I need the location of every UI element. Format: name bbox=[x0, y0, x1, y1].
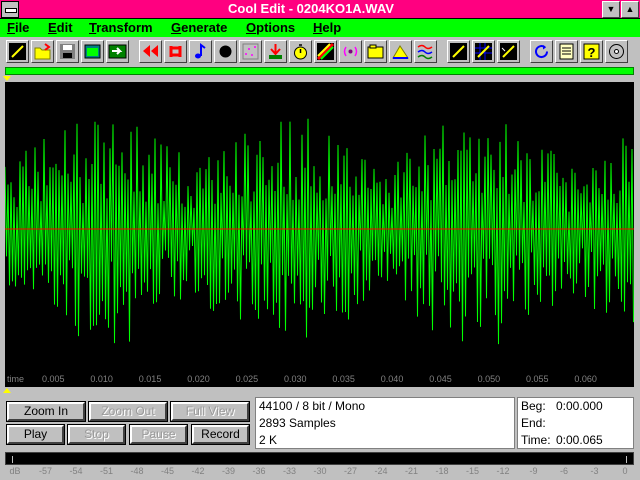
note-icon[interactable] bbox=[189, 40, 212, 63]
time-tick-label: 0.020 bbox=[187, 374, 210, 384]
level-scale: dB -57 -54 -51 -48 -45 -42 -39 -36 -33 -30 -27 -24 -2… bbox=[5, 466, 634, 480]
system-menu-button[interactable] bbox=[1, 1, 19, 18]
db-scale-label: -27 bbox=[343, 466, 358, 476]
notes-icon[interactable] bbox=[555, 40, 578, 63]
db-scale-label: 0 bbox=[622, 466, 628, 476]
beg-label: Beg: bbox=[521, 399, 546, 413]
level-meter bbox=[5, 452, 634, 465]
time-tick-label: 0.005 bbox=[42, 374, 65, 384]
loop-icon[interactable] bbox=[164, 40, 187, 63]
rewind-icon[interactable] bbox=[139, 40, 162, 63]
time-tick-label: 0.045 bbox=[429, 374, 452, 384]
refresh-icon[interactable] bbox=[530, 40, 553, 63]
file-info-panel: 44100 / 8 bit / Mono 2893 Samples 2 K bbox=[255, 397, 515, 449]
db-scale-label: -45 bbox=[160, 466, 175, 476]
window-icon[interactable] bbox=[81, 40, 104, 63]
db-scale-label: -57 bbox=[38, 466, 53, 476]
waveform-display[interactable] bbox=[5, 82, 634, 373]
full-view-button[interactable]: Full View bbox=[170, 401, 250, 422]
time-ruler: time 0.005 0.010 0.015 0.020 0.025 0.030 0.035… bbox=[5, 373, 634, 387]
waveform-trace bbox=[5, 118, 634, 345]
db-scale-label: -24 bbox=[374, 466, 388, 476]
start-marker-top[interactable] bbox=[3, 76, 11, 81]
db-scale-label: dB bbox=[9, 466, 21, 476]
overview-bar[interactable] bbox=[5, 67, 634, 75]
save-icon[interactable] bbox=[56, 40, 79, 63]
pause-button[interactable]: Pause bbox=[129, 424, 188, 445]
db-scale-label: -21 bbox=[404, 466, 419, 476]
time-tick-label: 0.060 bbox=[574, 374, 597, 384]
beg-value: 0:00.000 bbox=[556, 399, 603, 413]
envelope-icon[interactable] bbox=[389, 40, 412, 63]
play-button[interactable]: Play bbox=[6, 424, 65, 445]
help-icon[interactable]: ? bbox=[580, 40, 603, 63]
time-tick-label: 0.055 bbox=[526, 374, 549, 384]
spectrum-icon[interactable] bbox=[314, 40, 337, 63]
db-scale-label: -3 bbox=[590, 466, 599, 476]
pencil-check-icon[interactable] bbox=[497, 40, 520, 63]
db-scale-label: -30 bbox=[313, 466, 327, 476]
samples-info: 2893 Samples bbox=[259, 416, 336, 430]
time-tick-label: 0.010 bbox=[90, 374, 113, 384]
broadcast-icon[interactable] bbox=[339, 40, 362, 63]
title-bar: Cool Edit - 0204KO1A.WAV ▼ ▲ bbox=[0, 0, 640, 19]
db-scale-label: -12 bbox=[496, 466, 510, 476]
db-scale-label: -36 bbox=[252, 466, 266, 476]
minimize-button[interactable]: ▼ bbox=[602, 1, 620, 18]
db-scale-label: -42 bbox=[191, 466, 205, 476]
pencil-icon[interactable] bbox=[447, 40, 470, 63]
folder-icon[interactable] bbox=[364, 40, 387, 63]
time-tick-label: 0.050 bbox=[477, 374, 501, 384]
time-value: 0:00.065 bbox=[556, 433, 603, 447]
stop-button[interactable]: Stop bbox=[67, 424, 126, 445]
end-label: End: bbox=[521, 416, 546, 430]
db-scale-label: -15 bbox=[465, 466, 480, 476]
db-scale-label: -33 bbox=[282, 466, 297, 476]
download-icon[interactable] bbox=[264, 40, 287, 63]
grid-icon[interactable] bbox=[472, 40, 495, 63]
record-dot-icon[interactable] bbox=[214, 40, 237, 63]
toolbar: ? bbox=[0, 37, 640, 65]
menu-generate[interactable]: Generate bbox=[171, 20, 227, 35]
waves-icon[interactable] bbox=[414, 40, 437, 63]
menu-edit[interactable]: Edit bbox=[48, 20, 73, 35]
maximize-button[interactable]: ▲ bbox=[621, 1, 639, 18]
menu-options[interactable]: Options bbox=[246, 20, 295, 35]
format-info: 44100 / 8 bit / Mono bbox=[259, 399, 366, 413]
new-icon[interactable] bbox=[6, 40, 29, 63]
selection-info-panel: Beg: 0:00.000 End: Time: 0:00.065 bbox=[517, 397, 634, 449]
zoom-out-button[interactable]: Zoom Out bbox=[88, 401, 168, 422]
start-marker-bottom[interactable] bbox=[3, 388, 11, 393]
svg-text:?: ? bbox=[588, 45, 596, 60]
time-ruler-label: time bbox=[7, 374, 25, 384]
time-tick-label: 0.035 bbox=[332, 374, 355, 384]
cd-icon[interactable] bbox=[605, 40, 628, 63]
zoom-in-button[interactable]: Zoom In bbox=[6, 401, 86, 422]
db-scale-label: -48 bbox=[130, 466, 144, 476]
menu-help[interactable]: Help bbox=[313, 20, 341, 35]
time-tick-label: 0.025 bbox=[235, 374, 259, 384]
insert-icon[interactable] bbox=[106, 40, 129, 63]
open-icon[interactable] bbox=[31, 40, 54, 63]
db-scale-label: -18 bbox=[435, 466, 449, 476]
db-scale-label: -6 bbox=[559, 466, 569, 476]
db-scale-label: -9 bbox=[529, 466, 538, 476]
time-tick-label: 0.015 bbox=[138, 374, 162, 384]
menu-bar: File Edit Transform Generate Options Hel… bbox=[0, 19, 640, 37]
time-label: Time: bbox=[521, 433, 551, 447]
time-tick-label: 0.040 bbox=[380, 374, 404, 384]
window-title: Cool Edit - 0204KO1A.WAV bbox=[228, 1, 394, 16]
stopwatch-icon[interactable] bbox=[289, 40, 312, 63]
time-tick-label: 0.030 bbox=[284, 374, 307, 384]
scatter-icon[interactable] bbox=[239, 40, 262, 63]
db-scale-label: -39 bbox=[221, 466, 236, 476]
db-scale-label: -51 bbox=[99, 466, 114, 476]
db-scale-label: -54 bbox=[69, 466, 83, 476]
size-info: 2 K bbox=[259, 433, 278, 447]
menu-transform[interactable]: Transform bbox=[89, 20, 153, 35]
record-button[interactable]: Record bbox=[191, 424, 250, 445]
waveform bbox=[5, 118, 634, 345]
menu-file[interactable]: File bbox=[7, 20, 29, 35]
